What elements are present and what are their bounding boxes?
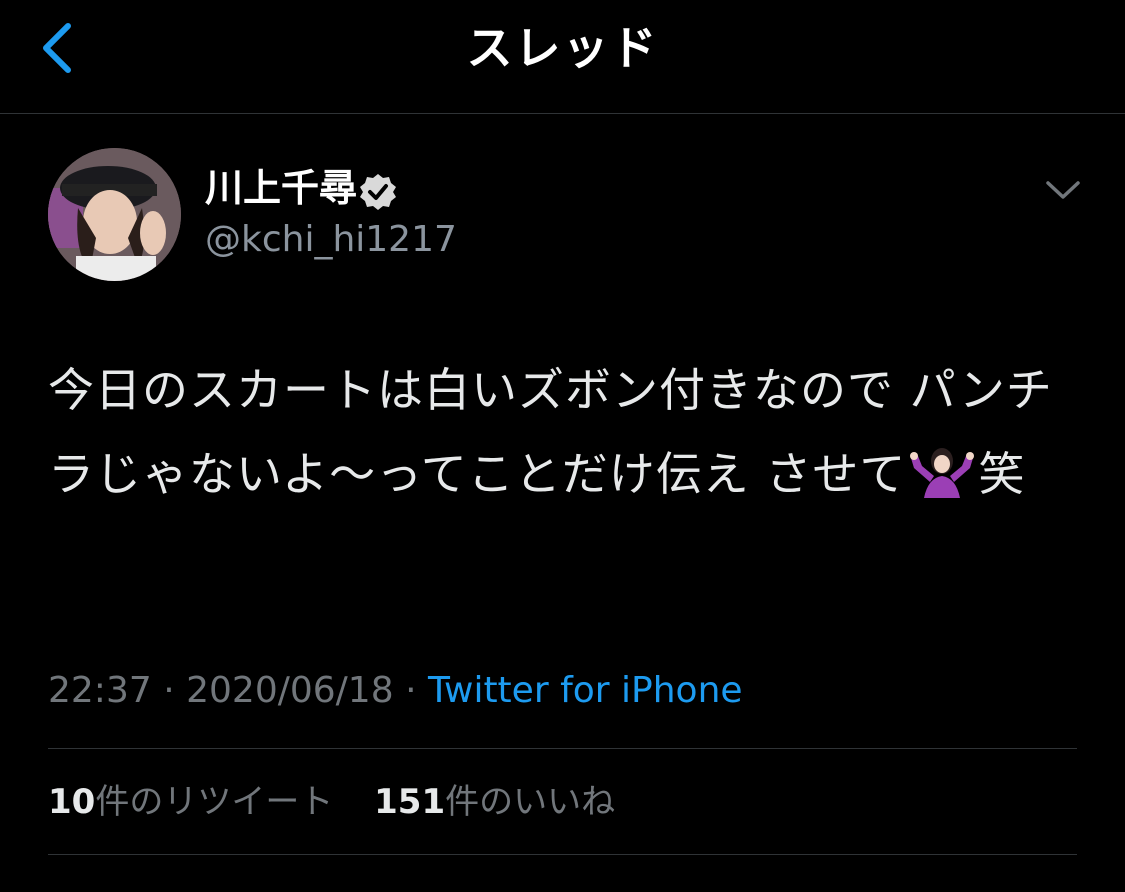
like-count: 151: [374, 782, 446, 822]
divider: [48, 748, 1077, 749]
meta-separator-2: ·: [405, 670, 417, 711]
author-display-name[interactable]: 川上千尋: [205, 165, 357, 211]
like-count-link[interactable]: 151件のいいね: [374, 782, 615, 822]
tweet-text: 今日のスカートは白いズボン付きなので パンチラじゃないよ〜ってことだけ伝え させ…: [48, 348, 1088, 516]
author-handle[interactable]: @kchi_hi1217: [205, 218, 457, 262]
avatar-photo: [48, 148, 181, 281]
chevron-down-icon: [1046, 181, 1080, 199]
retweet-count: 10: [48, 782, 96, 822]
tweet-date: 2020/06/18: [186, 670, 394, 711]
tweet-source-link[interactable]: Twitter for iPhone: [428, 670, 743, 711]
page-title: スレッド: [466, 21, 659, 75]
tweet-meta: 22:37 · 2020/06/18 · Twitter for iPhone: [48, 668, 743, 714]
verified-badge-icon: [360, 174, 396, 210]
tweet-text-suffix: 笑: [978, 447, 1026, 501]
like-label: 件のいいね: [445, 782, 616, 822]
meta-separator: ·: [163, 670, 175, 711]
tweet-text-body: 今日のスカートは白いズボン付きなので パンチラじゃないよ〜ってことだけ伝え させ…: [48, 363, 1053, 501]
header-bar: スレッド: [0, 0, 1125, 114]
more-options-button[interactable]: [1043, 175, 1083, 205]
tweet-time: 22:37: [48, 670, 152, 711]
retweet-label: 件のリツイート: [95, 782, 334, 822]
avatar[interactable]: [48, 148, 181, 281]
tweet-stats: 10件のリツイート 151件のいいね: [48, 780, 645, 824]
retweet-count-link[interactable]: 10件のリツイート: [48, 782, 333, 822]
divider: [48, 854, 1077, 855]
person-shrugging-emoji-icon: [910, 448, 975, 498]
